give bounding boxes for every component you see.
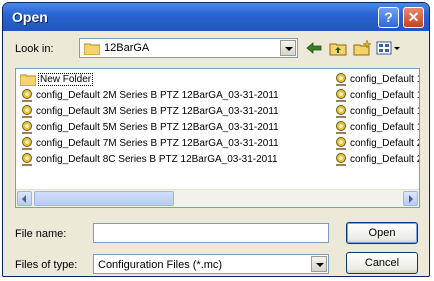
view-menu-icon[interactable] — [376, 39, 404, 57]
file-type-value: Configuration Files (*.mc) — [98, 259, 223, 271]
config-file-icon — [336, 89, 346, 103]
config-file-icon — [22, 105, 32, 119]
file-type-label: Files of type: — [15, 259, 78, 271]
help-button[interactable]: ? — [378, 7, 399, 28]
config-file-icon — [22, 153, 32, 167]
list-item[interactable]: config_Default 2 — [334, 152, 420, 168]
list-item[interactable]: config_Default 2 — [334, 136, 420, 152]
list-item-label: config_Default 1 — [350, 74, 420, 85]
config-file-icon — [22, 121, 32, 135]
up-folder-icon[interactable] — [328, 39, 348, 57]
list-item-label: config_Default 1 — [350, 106, 420, 117]
list-item[interactable]: config_Default 2M Series B PTZ 12BarGA_0… — [20, 88, 279, 104]
folder-icon — [20, 74, 36, 86]
list-item-label: config_Default 1 — [350, 122, 420, 133]
look-in-dropdown-arrow[interactable] — [280, 40, 296, 56]
list-item[interactable]: config_Default 1 — [334, 72, 420, 88]
config-file-icon — [336, 137, 346, 151]
look-in-value: 12BarGA — [104, 42, 150, 54]
list-item-label: config_Default 5M Series B PTZ 12BarGA_0… — [36, 122, 279, 133]
cancel-button[interactable]: Cancel — [346, 252, 418, 274]
list-item[interactable]: config_Default 8C Series B PTZ 12BarGA_0… — [20, 152, 278, 168]
list-item-label: config_Default 7M Series B PTZ 12BarGA_0… — [36, 138, 279, 149]
file-name-label: File name: — [15, 228, 67, 240]
list-item[interactable]: config_Default 1 — [334, 88, 420, 104]
list-item-label: config_Default 3M Series B PTZ 12BarGA_0… — [36, 106, 279, 117]
list-item[interactable]: config_Default 7M Series B PTZ 12BarGA_0… — [20, 136, 279, 152]
title-bar[interactable]: Open ? ✕ — [3, 3, 429, 31]
open-button[interactable]: Open — [346, 222, 418, 244]
config-file-icon — [336, 121, 346, 135]
close-button[interactable]: ✕ — [403, 7, 424, 28]
file-name-input[interactable] — [93, 223, 329, 243]
list-item[interactable]: config_Default 1 — [334, 104, 420, 120]
file-type-dropdown[interactable]: Configuration Files (*.mc) — [93, 254, 329, 274]
folder-icon — [84, 43, 100, 55]
back-arrow-icon[interactable] — [304, 39, 324, 57]
window-title: Open — [12, 9, 48, 25]
list-item-label: config_Default 2 — [350, 138, 420, 149]
list-item-label: New Folder — [38, 73, 94, 86]
scroll-right-button[interactable] — [403, 191, 418, 206]
list-item[interactable]: config_Default 5M Series B PTZ 12BarGA_0… — [20, 120, 279, 136]
config-file-icon — [336, 105, 346, 119]
config-file-icon — [22, 89, 32, 103]
file-type-dropdown-arrow[interactable] — [311, 256, 327, 272]
config-file-icon — [22, 137, 32, 151]
look-in-label: Look in: — [15, 43, 54, 55]
scroll-left-button[interactable] — [17, 191, 32, 206]
list-item-folder[interactable]: New Folder — [20, 72, 94, 88]
list-item-label: config_Default 2M Series B PTZ 12BarGA_0… — [36, 90, 279, 101]
list-item-label: config_Default 8C Series B PTZ 12BarGA_0… — [36, 154, 278, 165]
config-file-icon — [336, 73, 346, 87]
list-item-label: config_Default 1 — [350, 90, 420, 101]
scrollbar-thumb[interactable] — [34, 191, 174, 206]
horizontal-scrollbar[interactable] — [16, 189, 419, 207]
file-list[interactable]: New Folder config_Default 2M Series B PT… — [15, 68, 420, 208]
new-folder-icon[interactable] — [352, 39, 372, 57]
list-item[interactable]: config_Default 3M Series B PTZ 12BarGA_0… — [20, 104, 279, 120]
open-dialog: Open ? ✕ Look in: 12BarGA New Folder con… — [2, 2, 430, 277]
config-file-icon — [336, 153, 346, 167]
look-in-dropdown[interactable]: 12BarGA — [79, 38, 298, 58]
list-item-label: config_Default 2 — [350, 154, 420, 165]
list-item[interactable]: config_Default 1 — [334, 120, 420, 136]
